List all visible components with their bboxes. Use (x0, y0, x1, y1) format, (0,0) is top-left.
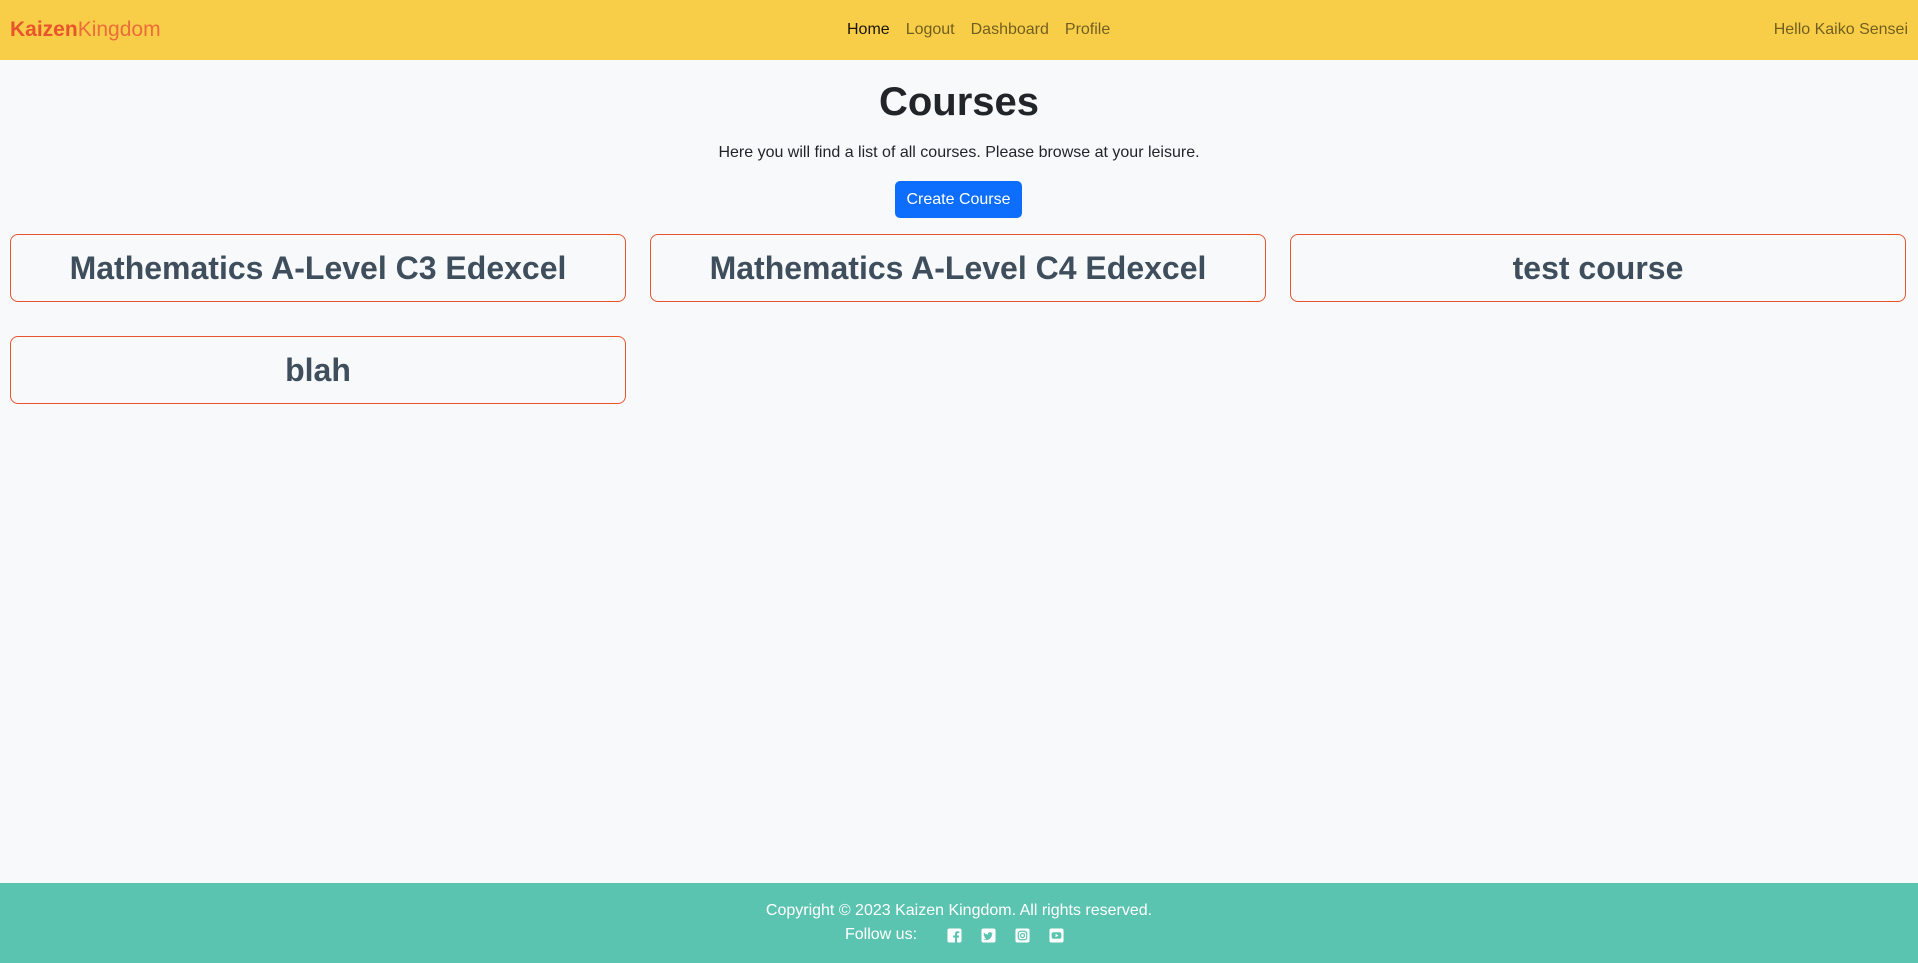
youtube-icon (1048, 927, 1064, 943)
follow-label: Follow us: (844, 926, 918, 943)
course-card[interactable]: blah (10, 336, 626, 404)
brand-logo[interactable]: KaizenKingdom (10, 17, 161, 43)
course-card[interactable]: test course (1290, 234, 1906, 302)
brand-part-kaizen: Kaizen (10, 18, 78, 41)
nav-link-home[interactable]: Home (847, 20, 890, 40)
user-greeting: Hello Kaiko Sensei (1773, 21, 1908, 38)
course-title: Mathematics A-Level C3 Edexcel (69, 250, 567, 286)
follow-row: Follow us: (0, 925, 1918, 945)
youtube-link[interactable] (1048, 927, 1064, 943)
course-card[interactable]: Mathematics A-Level C3 Edexcel (10, 234, 626, 302)
brand-part-kingdom: Kingdom (77, 18, 161, 41)
create-course-button[interactable]: Create Course (895, 181, 1022, 218)
instagram-link[interactable] (1014, 927, 1030, 943)
nav-links: Home Logout Dashboard Profile (847, 20, 1110, 40)
page: KaizenKingdom Home Logout Dashboard Prof… (0, 0, 1918, 963)
course-grid: Mathematics A-Level C3 Edexcel Mathemati… (10, 234, 1907, 404)
page-intro: Here you will find a list of all courses… (718, 144, 1200, 161)
nav-link-dashboard[interactable]: Dashboard (971, 20, 1049, 40)
footer: Copyright © 2023 Kaizen Kingdom. All rig… (0, 883, 1918, 963)
facebook-link[interactable] (946, 927, 962, 943)
twitter-link[interactable] (980, 927, 996, 943)
twitter-icon (980, 927, 996, 943)
course-title: blah (285, 352, 351, 388)
instagram-icon (1014, 927, 1030, 943)
facebook-icon (946, 927, 962, 943)
copyright-text: Copyright © 2023 Kaizen Kingdom. All rig… (765, 902, 1153, 919)
nav-link-profile[interactable]: Profile (1065, 20, 1110, 40)
course-title: test course (1512, 250, 1684, 286)
nav-link-logout[interactable]: Logout (906, 20, 955, 40)
course-card[interactable]: Mathematics A-Level C4 Edexcel (650, 234, 1266, 302)
navbar: KaizenKingdom Home Logout Dashboard Prof… (0, 0, 1918, 60)
page-title: Courses (878, 80, 1040, 124)
course-title: Mathematics A-Level C4 Edexcel (709, 250, 1207, 286)
